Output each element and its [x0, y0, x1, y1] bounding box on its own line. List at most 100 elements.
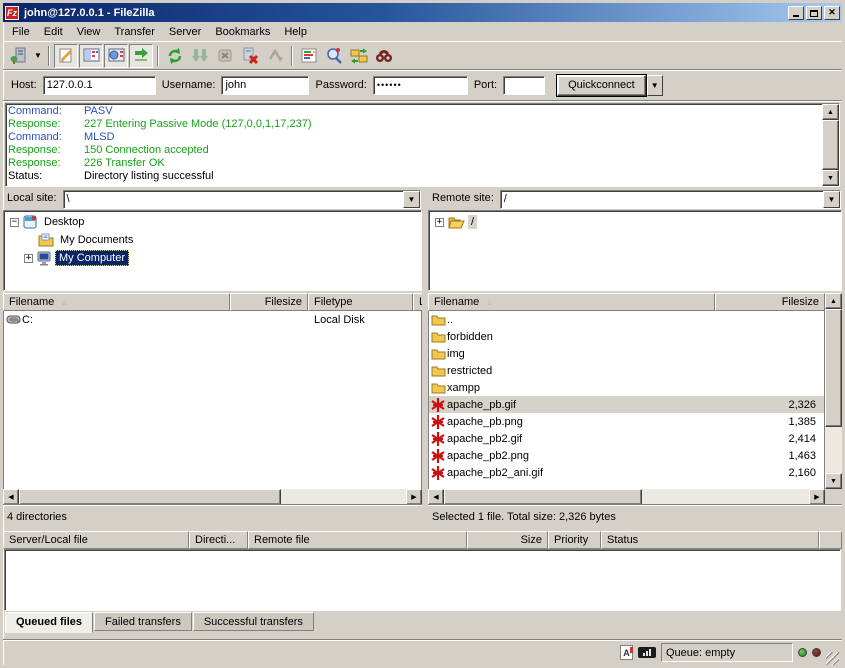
menu-server[interactable]: Server [162, 24, 208, 40]
column-header-filename[interactable]: Filename▵ [428, 293, 715, 311]
toggle-remote-tree-button[interactable] [104, 44, 128, 68]
file-name: .. [447, 314, 720, 326]
remote-site-combo[interactable]: / ▼ [500, 190, 841, 209]
column-header-server-local-file[interactable]: Server/Local file [3, 531, 189, 549]
scroll-left-icon[interactable]: ◀ [428, 489, 444, 505]
tree-item-desktop[interactable]: − Desktop [4, 213, 421, 231]
scroll-thumb[interactable] [444, 489, 642, 505]
chevron-down-icon[interactable]: ▼ [823, 191, 840, 208]
site-manager-button[interactable] [7, 44, 31, 68]
file-row[interactable]: apache_pb2_ani.gif 2,160 [429, 464, 824, 481]
file-row[interactable]: apache_pb2.gif 2,414 [429, 430, 824, 447]
menu-help[interactable]: Help [277, 24, 314, 40]
menu-view[interactable]: View [70, 24, 108, 40]
compare-button[interactable] [322, 44, 346, 68]
local-hscrollbar[interactable]: ◀ ▶ [3, 489, 422, 505]
sort-asc-icon: ▵ [487, 297, 492, 308]
chevron-down-icon[interactable]: ▼ [403, 191, 420, 208]
scroll-down-icon[interactable]: ▼ [825, 473, 842, 489]
column-header-filesize[interactable]: Filesize [230, 293, 308, 311]
minimize-button[interactable] [788, 6, 804, 20]
app-icon: Fz [5, 6, 19, 20]
toggle-queue-button[interactable] [129, 44, 153, 68]
column-header-priority[interactable]: Priority [548, 531, 601, 549]
scroll-down-icon[interactable]: ▼ [822, 170, 839, 186]
scroll-up-icon[interactable]: ▲ [822, 104, 839, 120]
file-row-selected[interactable]: apache_pb.gif 2,326 [429, 396, 824, 413]
column-header-remote-file[interactable]: Remote file [248, 531, 467, 549]
column-header-size[interactable]: Size [467, 531, 548, 549]
column-header-filetype[interactable]: Filetype [308, 293, 413, 311]
sync-browsing-button[interactable] [347, 44, 371, 68]
remote-vscrollbar[interactable]: ▲ ▼ [825, 293, 842, 489]
title-bar[interactable]: Fz john@127.0.0.1 - FileZilla ✕ [3, 3, 842, 22]
close-button[interactable]: ✕ [824, 6, 840, 20]
column-header-direction[interactable]: Directi... [189, 531, 248, 549]
scroll-thumb[interactable] [825, 309, 842, 427]
column-header-filesize[interactable]: Filesize [715, 293, 825, 311]
file-row[interactable]: apache_pb.png 1,385 [429, 413, 824, 430]
message-log: Command:PASV Response:227 Entering Passi… [6, 104, 822, 186]
speed-limit-icon[interactable] [638, 647, 656, 658]
process-queue-button[interactable] [188, 44, 212, 68]
expand-icon[interactable]: + [435, 218, 444, 227]
sort-asc-icon: ▵ [62, 297, 67, 308]
folder-row[interactable]: restricted [429, 362, 824, 379]
tab-failed-transfers[interactable]: Failed transfers [94, 612, 192, 631]
menu-file[interactable]: File [5, 24, 37, 40]
port-input[interactable] [503, 76, 545, 95]
log-line: Response:150 Connection accepted [8, 144, 820, 157]
tree-item-my-documents[interactable]: My Documents [4, 231, 421, 249]
column-header-lastmodified[interactable]: L [413, 293, 422, 311]
toggle-local-tree-button[interactable] [79, 44, 103, 68]
scroll-left-icon[interactable]: ◀ [3, 489, 19, 505]
message-log-panel: Command:PASV Response:227 Entering Passi… [3, 101, 842, 189]
menu-edit[interactable]: Edit [37, 24, 70, 40]
site-manager-dropdown[interactable]: ▼ [32, 44, 44, 68]
folder-row[interactable]: xampp [429, 379, 824, 396]
folder-row[interactable]: .. [429, 311, 824, 328]
column-header-status[interactable]: Status [601, 531, 819, 549]
folder-row[interactable]: img [429, 345, 824, 362]
scroll-right-icon[interactable]: ▶ [406, 489, 422, 505]
menu-bookmarks[interactable]: Bookmarks [208, 24, 277, 40]
password-input[interactable] [373, 76, 468, 95]
log-scrollbar[interactable]: ▲ ▼ [822, 104, 839, 186]
image-file-icon [429, 398, 447, 412]
refresh-button[interactable] [163, 44, 187, 68]
recv-led-icon [798, 648, 807, 657]
tab-successful-transfers[interactable]: Successful transfers [193, 612, 314, 631]
tree-item-root[interactable]: + / [429, 213, 841, 231]
scroll-up-icon[interactable]: ▲ [825, 293, 842, 309]
file-row[interactable]: apache_pb2.png 1,463 [429, 447, 824, 464]
main-split: Local site: \ ▼ − Desktop [3, 189, 842, 527]
local-site-combo[interactable]: \ ▼ [63, 190, 421, 209]
username-input[interactable] [221, 76, 309, 95]
file-size: 2,160 [720, 467, 824, 479]
sync-browsing-icon [350, 47, 368, 65]
collapse-icon[interactable]: − [10, 218, 19, 227]
find-button[interactable] [372, 44, 396, 68]
disconnect-button[interactable] [238, 44, 262, 68]
file-row-c-drive[interactable]: C: Local Disk [4, 311, 421, 328]
host-input[interactable] [43, 76, 156, 95]
remote-hscrollbar[interactable]: ◀ ▶ [428, 489, 825, 505]
folder-row[interactable]: forbidden [429, 328, 824, 345]
file-size: 1,463 [720, 450, 824, 462]
scroll-right-icon[interactable]: ▶ [809, 489, 825, 505]
scroll-thumb[interactable] [822, 120, 839, 170]
resize-grip[interactable] [826, 652, 839, 665]
filter-button[interactable] [297, 44, 321, 68]
cancel-button[interactable] [213, 44, 237, 68]
expand-icon[interactable]: + [24, 254, 33, 263]
maximize-button[interactable] [806, 6, 822, 20]
quickconnect-button[interactable]: Quickconnect [557, 75, 646, 96]
quickconnect-dropdown[interactable]: ▼ [647, 75, 663, 96]
menu-transfer[interactable]: Transfer [107, 24, 162, 40]
scroll-thumb[interactable] [19, 489, 281, 505]
column-header-filename[interactable]: Filename▵ [3, 293, 230, 311]
tab-queued-files[interactable]: Queued files [5, 612, 93, 633]
reconnect-button[interactable] [263, 44, 287, 68]
tree-item-my-computer[interactable]: + My Computer [4, 249, 421, 267]
toggle-log-button[interactable] [54, 44, 78, 68]
